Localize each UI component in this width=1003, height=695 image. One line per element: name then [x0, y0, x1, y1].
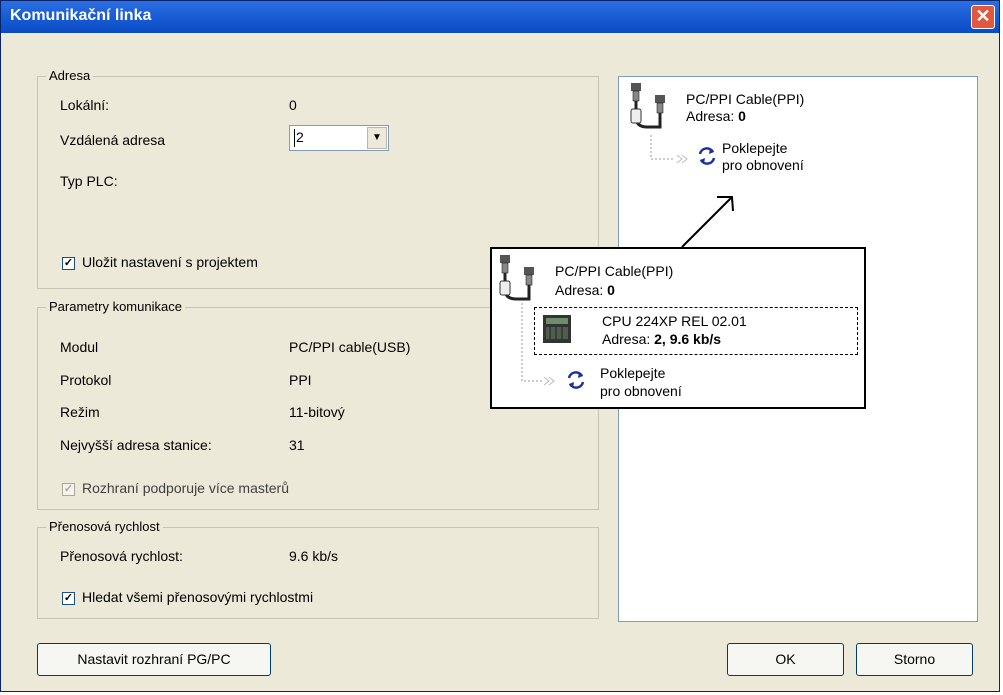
local-value: 0 [289, 97, 297, 113]
baud-rate-label: Přenosová rychlost: [60, 548, 183, 564]
overlay-cable-icon [499, 255, 534, 301]
overlay-refresh-line2[interactable]: pro obnovení [600, 383, 682, 400]
multimaster-checkbox: ✓ [62, 483, 75, 496]
tree-refresh-line2[interactable]: pro obnovení [722, 157, 804, 174]
comm-params-legend: Parametry komunikace [46, 299, 185, 314]
cpu-address-label: Adresa: [602, 331, 655, 347]
chevron-down-icon: ▼ [372, 132, 382, 143]
module-label: Modul [60, 339, 99, 355]
close-icon: ✕ [975, 6, 991, 26]
cpu-address: Adresa: 2, 9.6 kb/s [602, 331, 721, 348]
title-bar[interactable]: Komunikační linka ✕ [1, 1, 999, 33]
save-settings-label[interactable]: Uložit nastavení s projektem [82, 254, 258, 270]
remote-address-combo[interactable]: 2 ▼ [289, 125, 389, 151]
save-settings-checkbox[interactable]: ✓ [62, 257, 75, 270]
local-label: Lokální: [60, 97, 110, 113]
overlay-refresh-icon[interactable] [565, 369, 587, 391]
address-legend: Adresa [46, 68, 94, 83]
zoom-callout: PC/PPI Cable(PPI) Adresa: 0 CPU 224XP RE… [490, 247, 866, 409]
plc-cpu-icon [543, 315, 571, 343]
mode-label: Režim [60, 404, 100, 420]
highest-station-label: Nejvyšší adresa stanice: [60, 437, 212, 453]
mode-value: 11-bitový [289, 404, 345, 420]
tree-cable-address: Adresa: 0 [686, 108, 746, 125]
cpu-name[interactable]: CPU 224XP REL 02.01 [602, 313, 747, 330]
cable-icon [630, 83, 665, 129]
communication-dialog: Komunikační linka ✕ Adresa Lokální: 0 Vz… [0, 0, 1000, 692]
text-caret [294, 129, 295, 147]
refresh-icon[interactable] [696, 145, 718, 167]
baud-rate-group: Přenosová rychlost [37, 519, 599, 619]
close-button[interactable]: ✕ [971, 5, 995, 29]
overlay-cable-address: Adresa: 0 [555, 282, 615, 299]
baud-rate-legend: Přenosová rychlost [46, 519, 163, 534]
arrow-annotation [681, 196, 734, 248]
overlay-cable-address-value: 0 [607, 282, 615, 298]
search-all-rates-label[interactable]: Hledat všemi přenosovými rychlostmi [82, 589, 313, 605]
window-title: Komunikační linka [10, 7, 152, 24]
search-all-rates-checkbox[interactable]: ✓ [62, 592, 75, 605]
remote-address-label: Vzdálená adresa [60, 132, 166, 148]
dropdown-button[interactable]: ▼ [367, 127, 387, 149]
remote-address-value: 2 [296, 129, 304, 145]
protocol-label: Protokol [60, 372, 112, 388]
multimaster-label: Rozhraní podporuje více masterů [82, 480, 289, 496]
overlay-cable-name: PC/PPI Cable(PPI) [555, 263, 674, 279]
highest-station-value: 31 [289, 437, 305, 453]
tree-cable-name[interactable]: PC/PPI Cable(PPI) [686, 91, 804, 108]
baud-rate-value: 9.6 kb/s [289, 548, 339, 564]
cancel-button[interactable]: Storno [856, 643, 973, 676]
tree-cable-address-label: Adresa: [686, 108, 739, 124]
overlay-cable-address-label: Adresa: [555, 282, 608, 298]
overlay-refresh-line1[interactable]: Poklepejte [600, 365, 665, 382]
ok-button[interactable]: OK [727, 643, 844, 676]
set-pgpc-interface-button[interactable]: Nastavit rozhraní PG/PC [37, 643, 271, 676]
tree-cable-address-value: 0 [738, 108, 746, 124]
cpu-address-value: 2, 9.6 kb/s [654, 331, 722, 347]
module-value: PC/PPI cable(USB) [289, 339, 411, 355]
protocol-value: PPI [289, 372, 312, 388]
tree-refresh-line1[interactable]: Poklepejte [722, 140, 787, 157]
plc-type-label: Typ PLC: [60, 173, 118, 189]
